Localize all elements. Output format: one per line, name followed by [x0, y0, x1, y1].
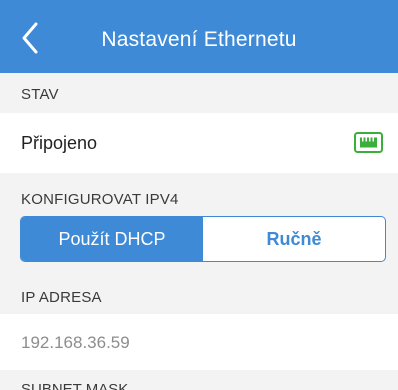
connection-status: Připojeno: [21, 133, 98, 153]
page-title: Nastavení Ethernetu: [101, 28, 297, 51]
nav-bar: Nastavení Ethernetu: [0, 0, 398, 73]
dhcp-option[interactable]: Použít DHCP: [21, 217, 203, 261]
ethernet-port-icon: [354, 132, 383, 153]
status-section-label: STAV: [21, 86, 59, 103]
status-row: Připojeno: [0, 113, 398, 173]
ip-address-row: 192.168.36.59: [0, 314, 398, 370]
ipv4-mode-segmented-control: Použít DHCP Ručně: [20, 216, 386, 262]
ethernet-settings-screen: Nastavení Ethernetu STAV Připojeno KONFI…: [0, 0, 398, 390]
subnet-mask-section-label: SUBNET MASK: [21, 381, 129, 390]
manual-option[interactable]: Ručně: [203, 217, 385, 261]
ip-address-section-label: IP ADRESA: [21, 289, 102, 306]
ipv4-section-label: KONFIGUROVAT IPV4: [21, 191, 179, 208]
ip-address-value: 192.168.36.59: [21, 333, 130, 352]
